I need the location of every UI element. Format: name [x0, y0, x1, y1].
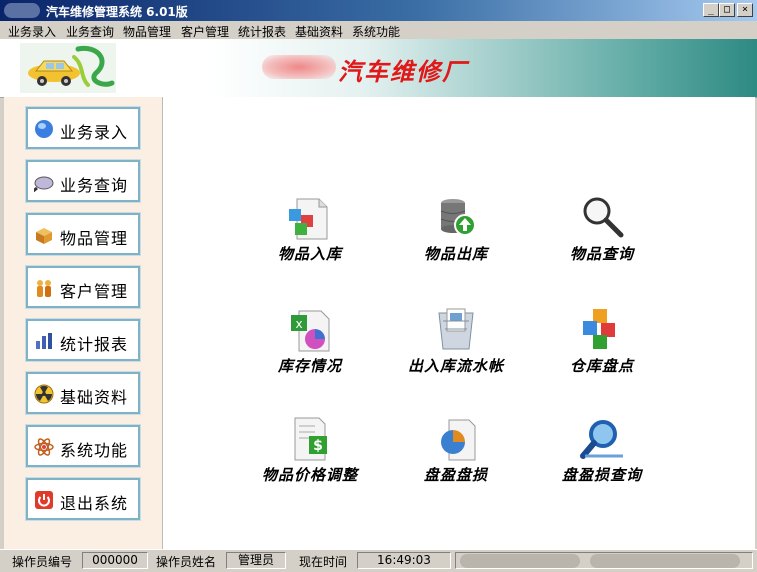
menu-business-entry[interactable]: 业务录入: [8, 23, 56, 40]
status-info-panel: [455, 552, 753, 569]
pie-document-icon: [441, 419, 476, 461]
ledger-icon: [438, 308, 474, 350]
cubes-icon: [583, 309, 615, 349]
sidebar-item-goods-management[interactable]: 物品管理: [25, 212, 141, 256]
operator-name-value: 管理员: [226, 552, 286, 569]
price-adjust-icon: $: [294, 417, 327, 461]
func-inventory-status[interactable]: x 库存情况: [235, 307, 385, 397]
main-panel: 物品入库 物品出库 物品查询 x 库存情况 出入库流水帐 仓库盘点 $ 物品价格…: [163, 97, 755, 549]
redacted-info: [460, 554, 580, 568]
chart-icon: [36, 333, 52, 349]
box-icon: [36, 228, 52, 244]
app-icon: [4, 3, 40, 18]
sidebar-item-label: 业务录入: [60, 123, 129, 142]
search-icon: [583, 197, 624, 238]
title-bar: 汽车维修管理系统 6.01版 _ □ ×: [0, 0, 757, 21]
sidebar: 业务录入 业务查询 物品管理 客户管理 统计报表 基础资料 系统功能 退出系统: [4, 97, 163, 549]
func-gain-loss-query[interactable]: 盘盈损查询: [527, 416, 677, 506]
atom-icon: [34, 438, 54, 456]
maximize-button[interactable]: □: [719, 3, 735, 17]
sidebar-item-label: 客户管理: [60, 282, 129, 301]
magnifier-blue-icon: [580, 420, 623, 459]
sidebar-item-basic-data[interactable]: 基础资料: [25, 371, 141, 415]
window-title: 汽车维修管理系统 6.01版: [46, 5, 188, 19]
func-label: 物品查询: [569, 245, 634, 263]
sidebar-item-label: 物品管理: [60, 229, 129, 248]
func-label: 物品价格调整: [261, 466, 358, 484]
menu-business-query[interactable]: 业务查询: [66, 23, 114, 40]
current-time-label: 现在时间: [299, 555, 348, 569]
minimize-button[interactable]: _: [703, 3, 719, 17]
sidebar-item-statistics[interactable]: 统计报表: [25, 318, 141, 362]
operator-id-value: 000000: [82, 552, 148, 569]
func-label: 盘盈盘损: [423, 466, 488, 484]
stock-out-icon: [440, 199, 476, 236]
func-price-adjust[interactable]: $ 物品价格调整: [235, 416, 385, 506]
func-stock-in[interactable]: 物品入库: [235, 195, 385, 285]
sidebar-item-business-entry[interactable]: 业务录入: [25, 106, 141, 150]
svg-text:x: x: [295, 317, 302, 331]
menu-customer-management[interactable]: 客户管理: [181, 23, 229, 40]
sidebar-item-label: 统计报表: [60, 335, 129, 354]
func-stock-out[interactable]: 物品出库: [381, 195, 531, 285]
sidebar-item-system[interactable]: 系统功能: [25, 424, 141, 468]
func-label: 出入库流水帐: [407, 357, 504, 375]
radiation-icon: [34, 384, 54, 404]
redacted-info: [590, 554, 740, 568]
car-logo: [20, 43, 116, 93]
status-bar: 操作员编号 000000 操作员姓名 管理员 现在时间 16:49:03: [0, 549, 757, 572]
func-goods-query[interactable]: 物品查询: [527, 195, 677, 285]
func-label: 物品入库: [277, 245, 342, 263]
menu-goods-management[interactable]: 物品管理: [123, 23, 171, 40]
inventory-report-icon: x: [291, 310, 330, 352]
sidebar-item-customer-management[interactable]: 客户管理: [25, 265, 141, 309]
svg-text:$: $: [313, 438, 323, 454]
menu-system[interactable]: 系统功能: [352, 23, 400, 40]
customers-icon: [37, 280, 51, 297]
sidebar-item-exit[interactable]: 退出系统: [25, 477, 141, 521]
func-label: 库存情况: [277, 357, 342, 375]
sidebar-item-label: 退出系统: [60, 494, 129, 513]
func-label: 仓库盘点: [569, 357, 634, 375]
stock-in-icon: [289, 198, 328, 240]
menu-bar: 业务录入 业务查询 物品管理 客户管理 统计报表 基础资料 系统功能: [0, 21, 757, 39]
redacted-name: [262, 55, 336, 79]
func-stock-ledger[interactable]: 出入库流水帐: [381, 307, 531, 397]
current-time-value: 16:49:03: [357, 552, 451, 569]
menu-basic-data[interactable]: 基础资料: [295, 23, 343, 40]
globe-icon: [35, 120, 53, 138]
power-icon: [35, 491, 53, 509]
sidebar-item-label: 基础资料: [60, 388, 129, 407]
func-gain-loss[interactable]: 盘盈盘损: [381, 416, 531, 506]
func-label: 盘盈损查询: [561, 466, 642, 484]
sidebar-item-business-query[interactable]: 业务查询: [25, 159, 141, 203]
operator-id-label: 操作员编号: [12, 555, 73, 569]
header-banner: 汽车维修厂: [0, 39, 757, 98]
close-button[interactable]: ×: [737, 3, 753, 17]
banner-title: 汽车维修厂: [338, 57, 468, 86]
func-warehouse-stocktake[interactable]: 仓库盘点: [527, 307, 677, 397]
func-label: 物品出库: [423, 245, 488, 263]
operator-name-label: 操作员姓名: [156, 555, 217, 569]
magnifier-icon: [34, 176, 54, 192]
sidebar-item-label: 业务查询: [60, 176, 129, 195]
menu-statistics[interactable]: 统计报表: [238, 23, 286, 40]
sidebar-item-label: 系统功能: [60, 441, 129, 460]
